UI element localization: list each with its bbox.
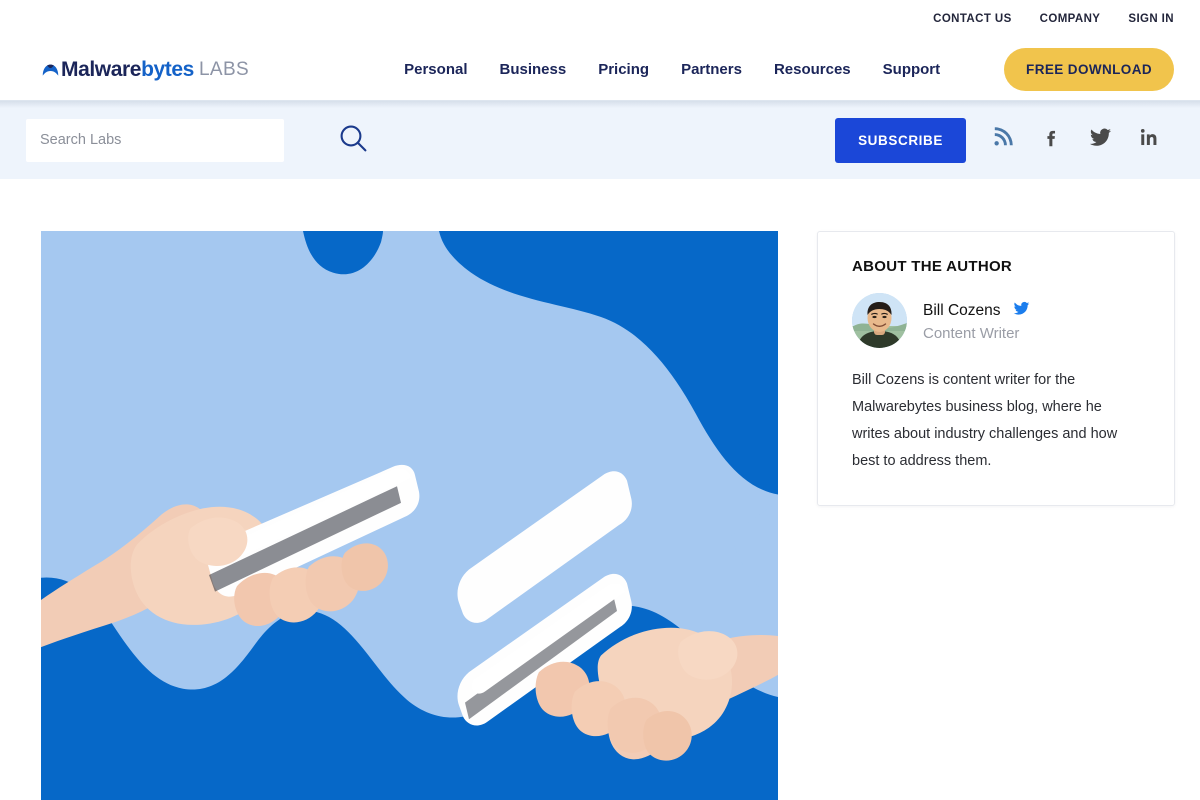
nav-link-personal[interactable]: Personal [404,61,467,78]
band-right-actions: SUBSCRIBE [835,117,1174,163]
nav-link-pricing[interactable]: Pricing [598,61,649,78]
utility-link-sign-in[interactable]: SIGN IN [1128,13,1174,25]
author-bio: Bill Cozens is content writer for the Ma… [852,372,1118,470]
search-input[interactable] [26,118,284,162]
logo-text-malware: Malware [61,57,142,81]
author-avatar [852,293,907,348]
nav-link-business[interactable]: Business [500,61,567,78]
logo-text-labs: LABS [198,58,250,80]
author-meta: Bill Cozens Content Writer [923,300,1030,342]
about-the-author-card: ABOUT THE AUTHOR Bill Cozens Content Wri… [817,231,1175,507]
search-icon [338,123,369,157]
twitter-icon [1089,126,1112,154]
article-column: BUSINESS Navigating mobile malware trend… [41,231,778,800]
author-role: Content Writer [923,324,1020,342]
logo-text-bytes: bytes [141,57,194,81]
facebook-icon [1041,127,1063,154]
utility-bar: CONTACT US COMPANY SIGN IN [0,0,1200,38]
main-navigation: Personal Business Pricing Partners Resou… [404,61,940,78]
nav-link-resources[interactable]: Resources [774,61,851,78]
social-link-twitter[interactable] [1076,120,1125,160]
utility-link-company[interactable]: COMPANY [1040,13,1101,25]
nav-link-support[interactable]: Support [883,61,941,78]
author-twitter-link[interactable] [1013,300,1030,322]
malwarebytes-m-icon [41,61,60,80]
search-submit-button[interactable] [338,123,369,157]
social-link-facebook[interactable] [1027,120,1076,160]
about-the-author-heading: ABOUT THE AUTHOR [852,258,1013,275]
page-body: BUSINESS Navigating mobile malware trend… [0,179,1200,800]
linkedin-icon [1139,127,1160,153]
article-hero-image[interactable] [41,231,778,800]
search-subscribe-band: SUBSCRIBE [0,100,1200,179]
malwarebytes-labs-logo[interactable]: Malware bytes LABS [41,59,249,80]
nav-link-partners[interactable]: Partners [681,61,742,78]
author-row: Bill Cozens Content Writer [852,293,1140,348]
twitter-icon [1013,301,1030,321]
social-link-linkedin[interactable] [1125,120,1174,160]
utility-link-contact-us[interactable]: CONTACT US [933,13,1012,25]
rss-icon [992,127,1013,153]
subscribe-button[interactable]: SUBSCRIBE [835,117,966,163]
sidebar: ABOUT THE AUTHOR Bill Cozens Content Wri… [817,231,1175,800]
main-header: Malware bytes LABS Personal Business Pric… [0,38,1200,100]
social-link-rss[interactable] [978,120,1027,160]
author-name-line: Bill Cozens [923,300,1030,322]
author-name[interactable]: Bill Cozens [923,302,1001,320]
free-download-button[interactable]: FREE DOWNLOAD [1004,47,1174,91]
